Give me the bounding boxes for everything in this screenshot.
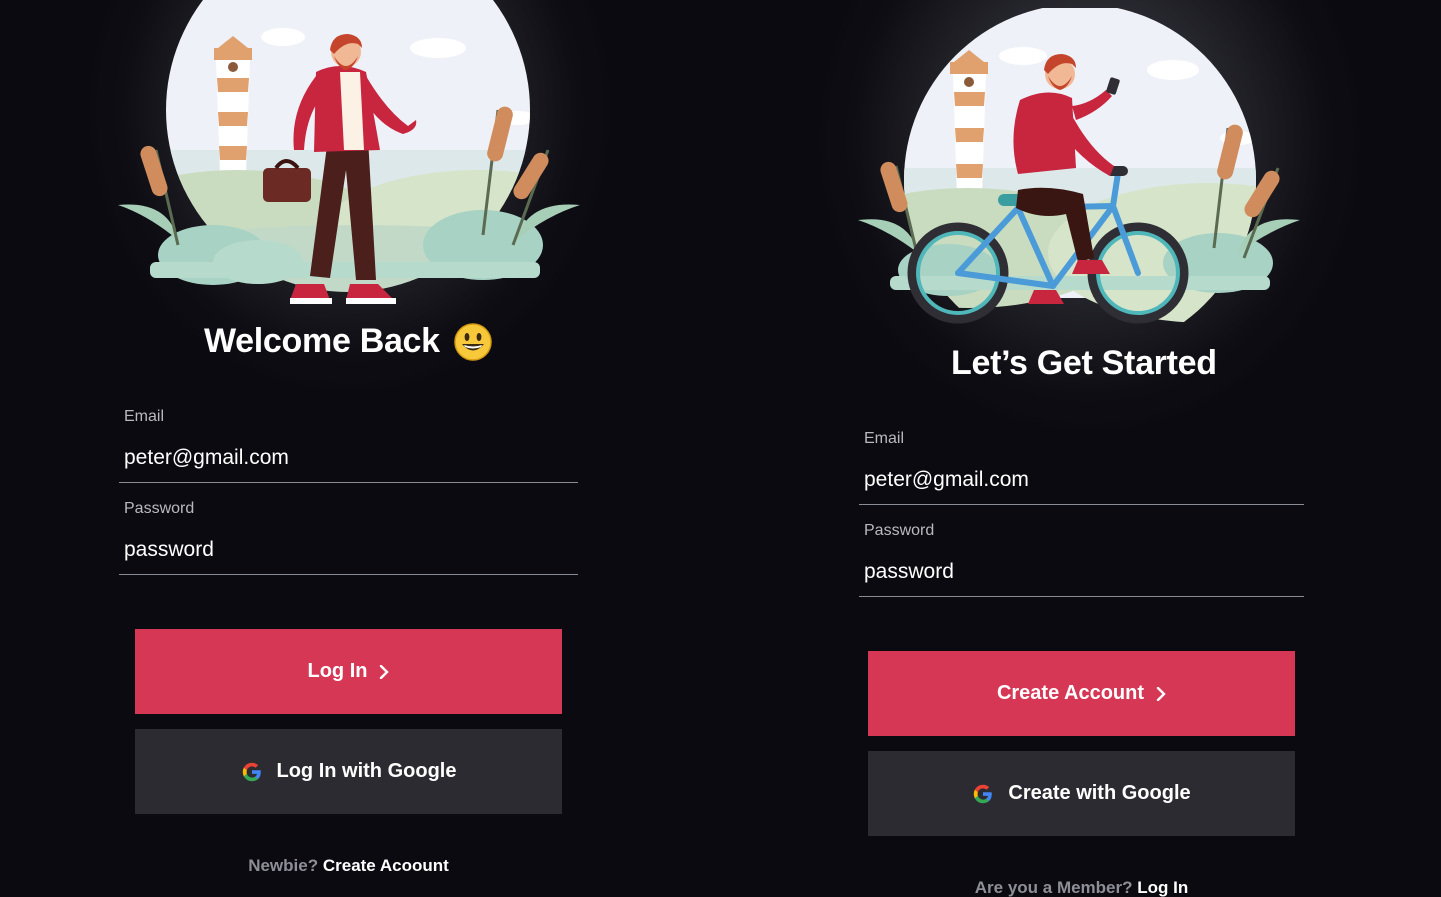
login-title: Welcome Back <box>204 322 492 361</box>
chevron-right-icon <box>380 664 390 679</box>
login-password-input[interactable] <box>119 518 578 575</box>
login-button[interactable]: Log In <box>135 629 562 714</box>
signup-footer-prompt: Are you a Member? <box>974 878 1133 897</box>
signup-password-input[interactable] <box>859 540 1304 597</box>
chevron-right-icon <box>1156 686 1166 701</box>
login-google-button-label: Log In with Google <box>276 760 457 782</box>
signup-email-field: Email <box>859 430 1304 505</box>
login-panel: Welcome Back Email Password Log In Log I… <box>0 0 720 897</box>
google-g-icon <box>242 762 261 781</box>
login-google-button[interactable]: Log In with Google <box>135 729 562 814</box>
signup-password-field: Password <box>859 522 1304 597</box>
signup-title-text: Let’s Get Started <box>951 344 1217 382</box>
signup-panel: Let’s Get Started Email Password Create … <box>720 0 1441 897</box>
log-in-link[interactable]: Log In <box>1137 878 1188 897</box>
login-email-label: Email <box>124 408 165 425</box>
create-account-button-label: Create Account <box>996 682 1145 704</box>
signup-password-label: Password <box>864 522 935 539</box>
google-g-icon <box>974 784 993 803</box>
signup-email-label: Email <box>864 430 905 447</box>
login-email-input[interactable] <box>119 426 578 483</box>
login-footer-prompt: Newbie? <box>248 856 319 875</box>
login-password-field: Password <box>119 500 578 575</box>
cyclist-illustration <box>858 8 1300 324</box>
walking-man-illustration <box>118 0 580 304</box>
create-account-button[interactable]: Create Account <box>868 651 1295 736</box>
create-account-link[interactable]: Create Acoount <box>323 856 449 875</box>
login-email-field: Email <box>119 408 578 483</box>
signup-google-button-label: Create with Google <box>1008 782 1191 804</box>
signup-google-button[interactable]: Create with Google <box>868 751 1295 836</box>
signup-footer: Are you a Member? Log In <box>868 878 1295 897</box>
signup-title: Let’s Get Started <box>951 344 1217 383</box>
login-button-label: Log In <box>307 660 368 682</box>
login-footer: Newbie? Create Acoount <box>135 856 562 876</box>
login-title-text: Welcome Back <box>204 322 440 360</box>
signup-email-input[interactable] <box>859 448 1304 505</box>
login-password-label: Password <box>124 500 195 517</box>
grinning-face-emoji-icon <box>454 322 492 361</box>
